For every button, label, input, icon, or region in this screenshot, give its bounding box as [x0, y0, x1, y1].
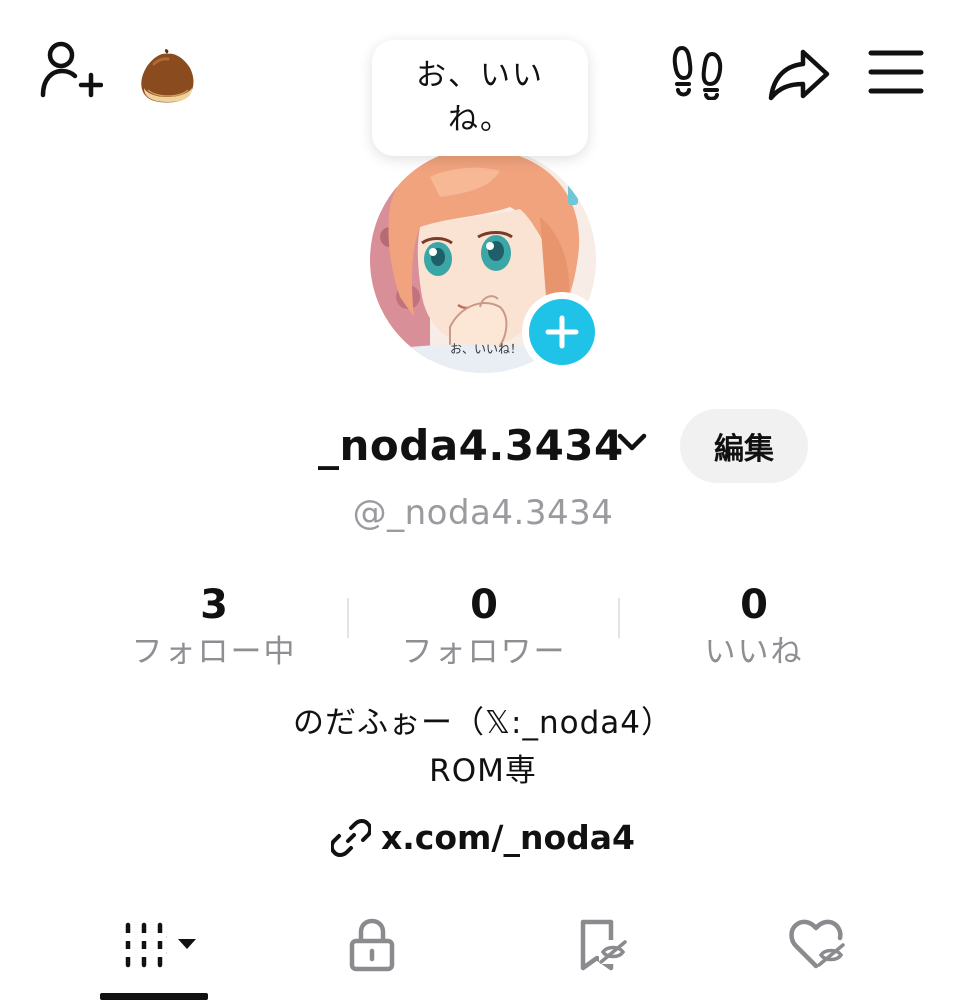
following-stat[interactable]: 3 フォロー中: [94, 578, 334, 672]
bio-link-text: x.com/_noda4: [380, 818, 635, 857]
username: @_noda4.3434: [352, 493, 614, 533]
status-note-text: お、いいね。: [416, 58, 544, 137]
share-arrow-icon: [768, 49, 830, 101]
stat-divider: [347, 598, 349, 638]
chevron-down-icon: [617, 433, 647, 451]
display-name: _noda4.3434: [318, 421, 624, 470]
share-button[interactable]: [766, 44, 832, 104]
link-chain-icon: [330, 819, 371, 857]
likes-label: いいね: [704, 634, 804, 670]
following-label: フォロー中: [131, 634, 297, 670]
status-note-bubble[interactable]: お、いいね。: [372, 40, 588, 156]
tab-private[interactable]: [332, 905, 412, 985]
edit-profile-button[interactable]: 編集: [680, 409, 808, 483]
person-plus-icon: [40, 41, 103, 98]
hamburger-menu-icon: [868, 50, 924, 94]
plus-icon: [545, 315, 579, 349]
following-count: 3: [200, 582, 228, 628]
heart-hidden-icon: [789, 919, 848, 969]
avatar-watermark: お、いいね！: [450, 342, 522, 356]
tab-videos[interactable]: [100, 905, 220, 985]
bio-link[interactable]: x.com/_noda4: [0, 814, 966, 862]
footprints-button[interactable]: [668, 42, 728, 102]
tab-liked[interactable]: [778, 905, 858, 985]
menu-button[interactable]: [866, 46, 926, 98]
stat-divider: [618, 598, 620, 638]
account-switch-chevron[interactable]: [616, 430, 648, 458]
add-friend-button[interactable]: [34, 38, 106, 102]
followers-stat[interactable]: 0 フォロワー: [364, 578, 604, 672]
followers-count: 0: [470, 582, 498, 628]
followers-label: フォロワー: [401, 634, 567, 670]
bio-line-1: のだふぉー（𝕏:_noda4）: [293, 705, 673, 741]
add-story-button[interactable]: [522, 292, 602, 372]
grid-videos-icon: [122, 922, 196, 968]
chestnut-icon: [141, 49, 194, 103]
footprints-icon: [672, 45, 723, 100]
active-tab-indicator: [100, 993, 208, 1000]
bio-line-2: ROM専: [429, 753, 537, 789]
bookmark-hidden-icon: [580, 919, 627, 971]
likes-count: 0: [740, 582, 768, 628]
tab-favorites[interactable]: [560, 905, 640, 985]
likes-stat[interactable]: 0 いいね: [634, 578, 874, 672]
lock-icon: [349, 918, 395, 972]
chestnut-emoji-button[interactable]: [132, 46, 202, 106]
